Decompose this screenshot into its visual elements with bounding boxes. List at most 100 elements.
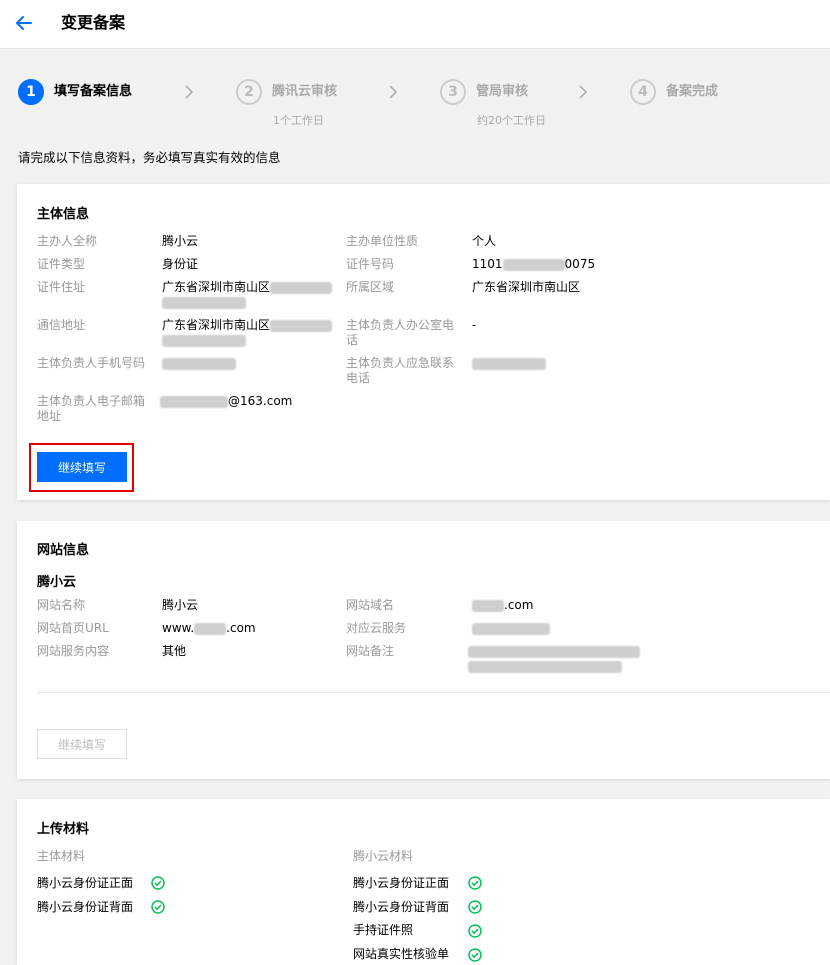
check-circle-icon [151, 900, 165, 914]
website-info-title: 网站信息 [37, 543, 90, 558]
step-1-number: 1 [18, 79, 44, 105]
redacted-blur [468, 645, 640, 658]
site-note-label: 网站备注 [346, 644, 395, 658]
check-circle-icon [468, 876, 482, 890]
id-address-line2 [162, 295, 246, 310]
top-bar: 变更备案 [0, 0, 830, 49]
id-number-value: 1101 0075 [472, 257, 595, 272]
step-2-label: 腾讯云审核 [272, 84, 338, 99]
redacted-blur [472, 357, 546, 370]
redacted-blur [270, 319, 333, 332]
id-number-prefix: 1101 [472, 257, 503, 271]
site-domain-label: 网站域名 [346, 598, 395, 612]
step-1: 1 填写备案信息 [18, 79, 132, 105]
redacted-blur [162, 296, 246, 309]
office-phone-value: - [472, 318, 477, 332]
page-title: 变更备案 [61, 13, 126, 32]
redacted-blur [270, 281, 333, 294]
owner-name-label: 主办人全称 [37, 234, 98, 248]
subject-continue-button[interactable]: 继续填写 [37, 452, 127, 482]
site-note-value [468, 644, 640, 659]
office-phone-label: 主体负责人办公室电话 [346, 318, 454, 348]
email-suffix: @163.com [228, 394, 293, 408]
materials-title: 上传材料 [37, 822, 90, 837]
id-address-prefix: 广东省深圳市南山区 [162, 280, 271, 294]
subject-materials-heading: 主体材料 [37, 849, 86, 863]
region-label: 所属区域 [346, 280, 395, 294]
divider [37, 692, 830, 693]
materials-card: 上传材料 主体材料 腾小云材料 腾小云身份证正面 腾小云身份证背面 腾小云身份证… [17, 799, 830, 965]
step-3: 3 管局审核 约20个工作日 [440, 79, 546, 127]
redacted-blur [468, 660, 622, 673]
chevron-right-icon [579, 85, 588, 99]
service-content-value: 其他 [162, 644, 187, 658]
mail-address-label: 通信地址 [37, 318, 86, 332]
site-domain-suffix: .com [504, 598, 534, 612]
redacted-blur [162, 334, 246, 347]
step-3-label: 管局审核 [476, 84, 529, 99]
region-value: 广东省深圳市南山区 [472, 280, 581, 294]
emergency-label-line2: 电话 [346, 371, 371, 385]
site-domain-value: .com [472, 598, 533, 613]
back-arrow-icon[interactable] [14, 12, 34, 34]
check-circle-icon [468, 924, 482, 938]
site-note-line2 [468, 659, 622, 674]
emergency-label-line1: 主体负责人应急联系 [346, 356, 455, 370]
chevron-right-icon [389, 85, 398, 99]
step-2: 2 腾讯云审核 1个工作日 [236, 79, 338, 127]
id-type-value: 身份证 [162, 257, 199, 271]
chevron-right-icon [185, 85, 194, 99]
site-name-value: 腾小云 [162, 598, 199, 612]
site-url-suffix: .com [226, 621, 256, 635]
check-circle-icon [468, 948, 482, 962]
email-label: 主体负责人电子邮箱 地址 [37, 394, 145, 424]
email-label-line2: 地址 [37, 409, 62, 423]
unit-nature-label: 主办单位性质 [346, 234, 419, 248]
emergency-phone-label: 主体负责人应急联系 电话 [346, 356, 454, 386]
intro-text: 请完成以下信息资料，务必填写真实有效的信息 [18, 150, 281, 165]
step-3-duration: 约20个工作日 [477, 114, 546, 127]
website-info-card: 网站信息 腾小云 网站名称 腾小云 网站域名 .com 网站首页URL www.… [17, 521, 830, 779]
owner-name-value: 腾小云 [162, 234, 199, 248]
subject-info-card: 主体信息 主办人全称 腾小云 主办单位性质 个人 证件类型 身份证 证件号码 1… [17, 184, 830, 500]
tencent-material-item: 手持证件照 [353, 923, 414, 937]
tencent-material-item: 网站真实性核验单 [353, 947, 450, 961]
tencent-materials-heading: 腾小云材料 [353, 849, 414, 863]
site-url-prefix: www. [162, 621, 195, 635]
step-4: 4 备案完成 [630, 79, 718, 105]
step-2-number: 2 [236, 79, 262, 105]
id-address-label: 证件住址 [37, 280, 86, 294]
site-name-label: 网站名称 [37, 598, 86, 612]
id-number-label: 证件号码 [346, 257, 395, 271]
subject-material-item: 腾小云身份证背面 [37, 900, 134, 914]
step-2-duration: 1个工作日 [273, 114, 324, 127]
mail-address-prefix: 广东省深圳市南山区 [162, 318, 271, 332]
office-phone-label-line2: 话 [346, 333, 359, 347]
site-url-value: www. .com [162, 621, 256, 636]
step-4-number: 4 [630, 79, 656, 105]
id-address-value: 广东省深圳市南山区 [162, 280, 333, 295]
site-url-label: 网站首页URL [37, 621, 109, 635]
redacted-blur [160, 395, 228, 408]
step-4-label: 备案完成 [666, 84, 719, 99]
redacted-blur [194, 622, 227, 635]
mobile-label: 主体负责人手机号码 [37, 356, 146, 370]
subject-info-title: 主体信息 [37, 207, 90, 222]
mobile-value [162, 356, 236, 371]
id-type-label: 证件类型 [37, 257, 86, 271]
id-number-suffix: 0075 [564, 257, 596, 271]
email-label-line1: 主体负责人电子邮箱 [37, 394, 146, 408]
redacted-blur [162, 357, 236, 370]
subject-material-item: 腾小云身份证正面 [37, 876, 134, 890]
website-continue-button[interactable]: 继续填写 [37, 729, 127, 759]
redacted-blur [502, 258, 565, 271]
tencent-material-item: 腾小云身份证正面 [353, 876, 450, 890]
unit-nature-value: 个人 [472, 234, 497, 248]
cloud-service-label: 对应云服务 [346, 621, 407, 635]
check-circle-icon [468, 900, 482, 914]
mail-address-line2 [162, 333, 246, 348]
redacted-blur [472, 622, 550, 635]
mail-address-value: 广东省深圳市南山区 [162, 318, 333, 333]
step-1-label: 填写备案信息 [54, 84, 133, 99]
website-name-title: 腾小云 [37, 575, 77, 590]
